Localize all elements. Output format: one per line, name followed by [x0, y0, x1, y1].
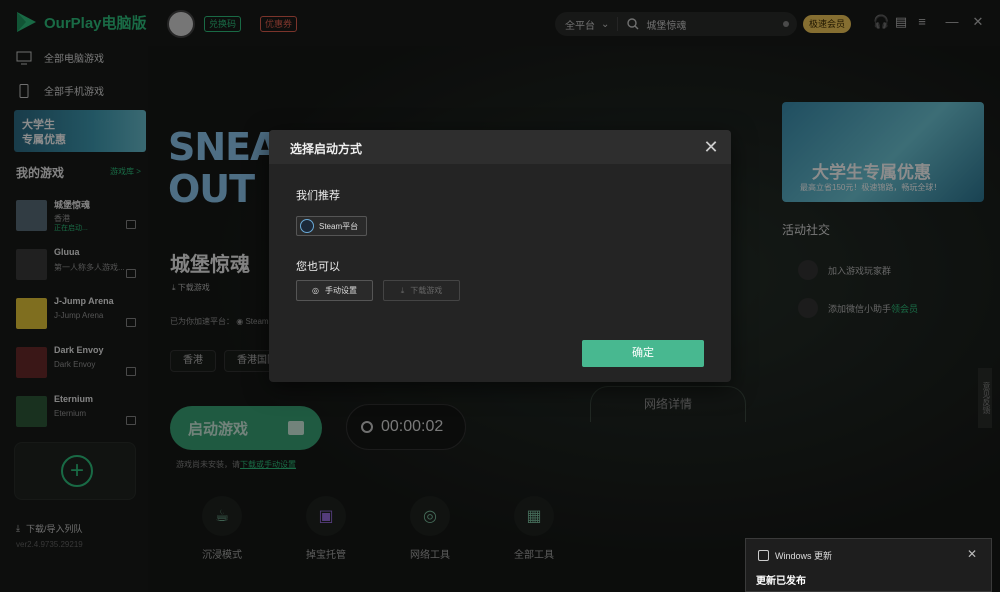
also-label: 您也可以	[296, 261, 340, 273]
windows-update-toast[interactable]: Windows 更新 ✕ 更新已发布	[745, 538, 992, 592]
steam-platform-button[interactable]: Steam平台	[296, 216, 368, 236]
recommend-label: 我们推荐	[296, 190, 340, 202]
launch-method-dialog: 选择启动方式 ✕ 我们推荐 Steam平台 您也可以 ◎ 手动设置 ⤓ 下载游戏…	[269, 130, 731, 382]
dialog-header: 选择启动方式 ✕	[269, 130, 731, 164]
target-icon: ◎	[312, 286, 319, 295]
steam-icon	[300, 219, 314, 233]
manual-setup-label: 手动设置	[324, 286, 357, 295]
download-game-label: 下载游戏	[410, 286, 443, 295]
toast-title: 更新已发布	[756, 576, 806, 587]
manual-setup-button[interactable]: ◎ 手动设置	[296, 280, 373, 301]
toast-close-icon[interactable]: ✕	[967, 547, 977, 561]
toast-header: Windows 更新	[758, 549, 832, 562]
windows-update-icon	[758, 550, 769, 561]
app-window: OurPlay电脑版 兑换码 优惠券 全平台 ⌄ 城堡惊魂 极速会员 🎧 ▤ ≡ …	[0, 0, 1000, 592]
download-game-button[interactable]: ⤓ 下载游戏	[383, 280, 460, 301]
download-icon: ⤓	[400, 285, 405, 295]
steam-label: Steam平台	[319, 221, 359, 231]
close-icon[interactable]: ✕	[701, 137, 721, 157]
confirm-button[interactable]: 确定	[582, 340, 704, 367]
dialog-title: 选择启动方式	[290, 142, 363, 156]
toast-app-name: Windows 更新	[775, 551, 833, 561]
